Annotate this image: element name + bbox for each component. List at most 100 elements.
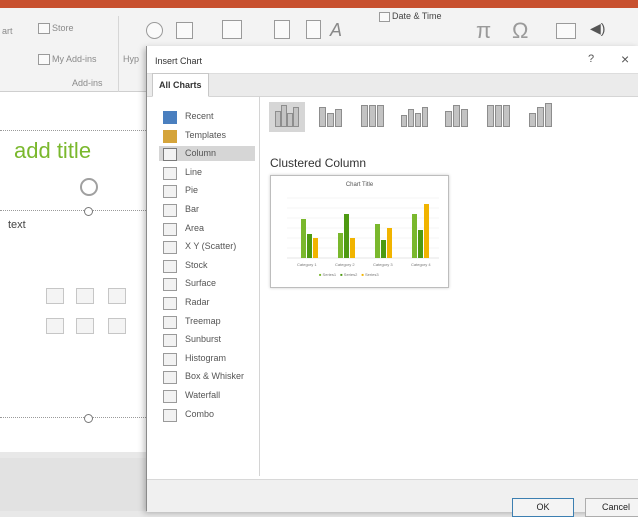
header-footer-icon[interactable] xyxy=(306,20,321,39)
line-chart-icon xyxy=(163,166,177,180)
chart-category-label: Waterfall xyxy=(185,390,221,400)
insert-online-picture-icon[interactable] xyxy=(76,318,94,334)
insert-table-icon[interactable] xyxy=(46,288,64,304)
ok-button[interactable]: OK xyxy=(512,498,574,517)
link-icon[interactable] xyxy=(146,22,163,39)
chart-category-surface[interactable]: Surface xyxy=(159,276,255,292)
pie-chart-icon xyxy=(163,185,177,199)
preview-category-axis: Category 1 Category 2 Category 3 Categor… xyxy=(285,262,445,270)
chart-category-bar[interactable]: Bar xyxy=(159,202,255,217)
preview-category-label: Category 2 xyxy=(335,262,355,267)
chart-preview[interactable]: Chart Title Category 1 Category 2 Catego… xyxy=(270,175,449,288)
subtype-stacked-column[interactable] xyxy=(311,102,347,132)
comment-icon[interactable] xyxy=(222,20,242,39)
insert-picture-icon[interactable] xyxy=(46,318,64,334)
subtype-clustered-column[interactable] xyxy=(269,102,305,132)
resize-handle-bottom[interactable] xyxy=(84,414,93,423)
chart-category-waterfall[interactable]: Waterfall xyxy=(159,388,255,403)
chart-category-sunburst[interactable]: Sunburst xyxy=(159,332,255,348)
chart-category-label: Templates xyxy=(185,129,227,140)
chart-category-label: Bar xyxy=(185,204,200,214)
help-button[interactable]: ? xyxy=(588,53,594,65)
chart-category-templates[interactable]: Templates xyxy=(159,128,255,143)
radar-chart-icon xyxy=(163,297,177,310)
surface-chart-icon xyxy=(163,278,177,292)
chart-category-label: Box & Whisker xyxy=(185,371,245,382)
equation-icon[interactable]: π xyxy=(476,18,491,44)
preview-chart-svg xyxy=(287,197,439,259)
chart-category-list: Recent Templates Column Line Pie Bar Area X Y (… xyxy=(147,96,260,476)
preview-legend-entry: Series3 xyxy=(365,272,379,277)
chart-category-label: Line xyxy=(185,166,203,177)
subtype-3d-column[interactable] xyxy=(521,102,557,132)
chart-category-histogram[interactable]: Histogram xyxy=(159,351,255,366)
chart-category-column[interactable]: Column xyxy=(159,146,255,162)
hyperlink-button[interactable]: Hyp xyxy=(123,54,139,64)
insert-smartart-icon[interactable] xyxy=(108,288,126,304)
close-button[interactable]: × xyxy=(621,51,629,67)
combo-chart-icon xyxy=(163,408,177,422)
subtype-100-stacked-column[interactable] xyxy=(353,102,389,132)
scatter-chart-icon xyxy=(163,241,177,255)
chart-category-label: Histogram xyxy=(185,352,227,363)
chart-category-label: Radar xyxy=(185,297,210,307)
slide-canvas[interactable]: add title text xyxy=(0,92,146,452)
store-icon xyxy=(38,23,50,34)
chart-category-stock[interactable]: Stock xyxy=(159,258,255,273)
histogram-chart-icon xyxy=(163,352,177,366)
insert-video-icon[interactable] xyxy=(108,318,126,334)
my-addins-button[interactable]: My Add-ins xyxy=(52,54,97,64)
textbox-icon[interactable] xyxy=(274,20,290,39)
preview-bars xyxy=(301,204,429,258)
ribbon-partial-label: art xyxy=(2,26,13,36)
addins-group-label: Add-ins xyxy=(72,78,103,88)
chart-category-x-y-scatter[interactable]: X Y (Scatter) xyxy=(159,239,255,255)
box-whisker-chart-icon xyxy=(163,371,177,385)
stock-chart-icon xyxy=(163,259,177,273)
action-icon[interactable] xyxy=(176,22,193,39)
cancel-button[interactable]: Cancel xyxy=(585,498,638,517)
wordart-icon[interactable]: A xyxy=(330,20,342,41)
subtype-3d-stacked-column[interactable] xyxy=(437,102,473,132)
preview-category-label: Category 1 xyxy=(297,262,317,267)
chart-category-label: Sunburst xyxy=(185,334,222,345)
date-time-button[interactable]: Date & Time xyxy=(392,11,442,21)
chart-category-area[interactable]: Area xyxy=(159,221,255,236)
chart-category-pie[interactable]: Pie xyxy=(159,183,255,199)
audio-icon[interactable]: ◀) xyxy=(590,20,605,37)
preview-category-label: Category 4 xyxy=(411,262,431,267)
chart-category-label: Area xyxy=(185,222,205,233)
tab-all-charts[interactable]: All Charts xyxy=(152,73,209,97)
subtype-3d-clustered-column[interactable] xyxy=(395,102,431,132)
video-icon[interactable] xyxy=(556,23,576,39)
chart-category-recent[interactable]: Recent xyxy=(159,109,255,124)
chart-category-treemap[interactable]: Treemap xyxy=(159,314,255,329)
notes-pane xyxy=(0,458,146,511)
dialog-title: Insert Chart xyxy=(155,56,203,66)
preview-legend: ■ Series1 ■ Series2 ■ Series3 xyxy=(319,272,379,277)
slide-body-placeholder[interactable]: text xyxy=(8,219,26,231)
preview-legend-entry: Series2 xyxy=(343,272,358,277)
chart-type-name: Clustered Column xyxy=(270,156,367,170)
symbol-icon[interactable]: Ω xyxy=(512,18,528,44)
store-button[interactable]: Store xyxy=(52,23,74,33)
chart-category-combo[interactable]: Combo xyxy=(159,407,255,422)
chart-category-label: Treemap xyxy=(185,315,221,326)
rotate-handle-icon[interactable] xyxy=(80,178,98,196)
chart-category-label: Column xyxy=(185,148,217,159)
body-placeholder-bottom-border xyxy=(0,417,146,418)
templates-icon xyxy=(163,129,177,143)
chart-category-radar[interactable]: Radar xyxy=(159,295,255,310)
chart-category-label: Pie xyxy=(185,185,199,196)
waterfall-chart-icon xyxy=(163,390,177,403)
chart-category-line[interactable]: Line xyxy=(159,165,255,180)
resize-handle[interactable] xyxy=(84,207,93,216)
insert-chart-icon[interactable] xyxy=(76,288,94,304)
sunburst-chart-icon xyxy=(163,334,177,348)
subtype-3d-100-stacked-column[interactable] xyxy=(479,102,515,132)
slide-title-placeholder[interactable]: add title xyxy=(14,138,91,164)
chart-category-label: X Y (Scatter) xyxy=(185,241,237,252)
chart-category-box-whisker[interactable]: Box & Whisker xyxy=(159,369,255,385)
area-chart-icon xyxy=(163,222,177,236)
title-placeholder-border xyxy=(0,130,146,131)
